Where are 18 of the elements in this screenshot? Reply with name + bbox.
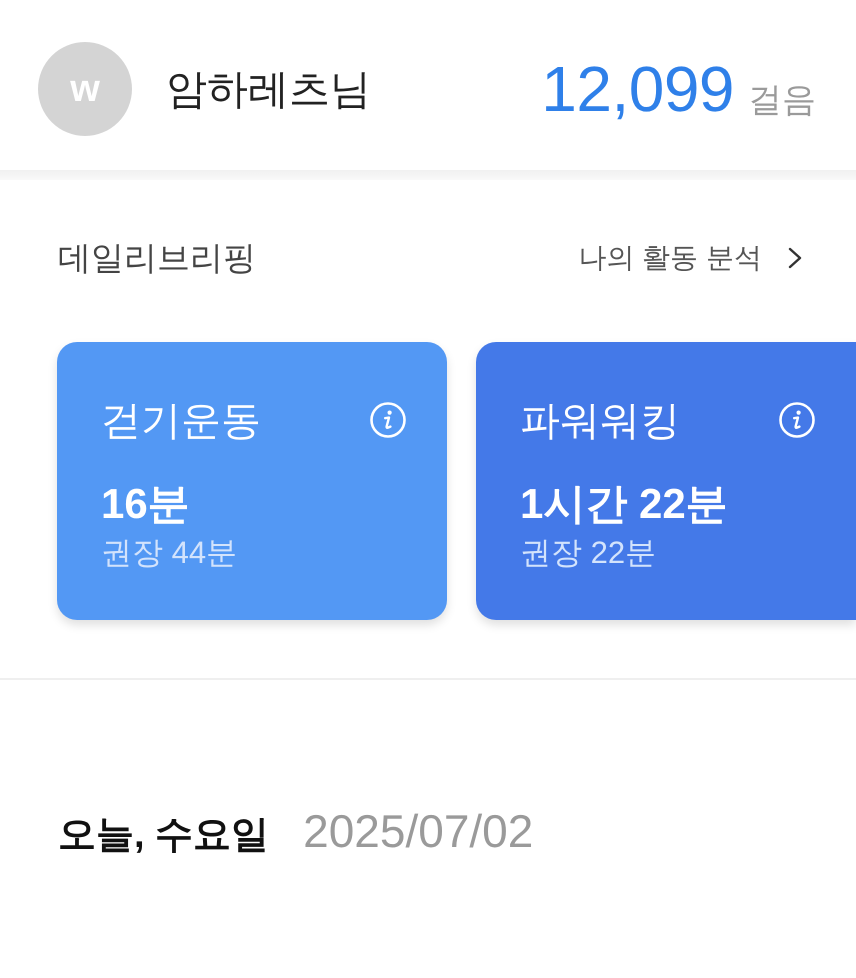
section-title: 데일리브리핑: [58, 238, 256, 278]
card-title: 파워워킹: [520, 398, 680, 444]
card-title: 걷기운동: [101, 398, 261, 444]
info-icon[interactable]: [370, 402, 406, 438]
activity-card[interactable]: 파워워킹 1시간 22분 권장 22분: [476, 342, 856, 620]
step-count: 12,099: [541, 52, 734, 126]
user-name: 암하레츠님: [166, 64, 371, 114]
today-date: 2025/07/02: [303, 804, 534, 858]
chevron-icon: [788, 247, 802, 269]
activity-card[interactable]: 걷기운동 16분 권장 44분: [57, 342, 447, 620]
info-icon[interactable]: [779, 402, 815, 438]
card-value: 16분: [101, 479, 190, 529]
recommended-time: 권장 44분: [101, 534, 238, 572]
recommended-time: 권장 22분: [520, 534, 656, 572]
card-value: 1시간 22분: [520, 479, 728, 529]
activity-analysis-link[interactable]: 나의 활동 분석: [578, 239, 802, 277]
today-label: 오늘, 수요일: [58, 813, 270, 858]
step-unit: 걸음: [748, 80, 816, 121]
